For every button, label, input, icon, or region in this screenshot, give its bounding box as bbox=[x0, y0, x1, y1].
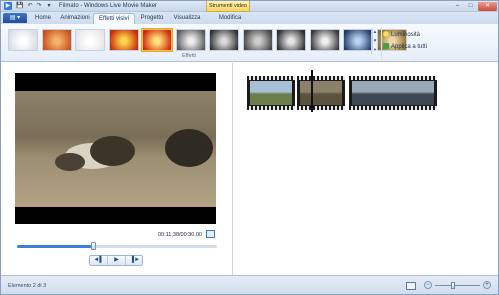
gallery-scroll: ▲ ▼ ▾ bbox=[371, 28, 377, 54]
seal-shape bbox=[55, 153, 85, 171]
gallery-up-button[interactable]: ▲ bbox=[372, 28, 378, 36]
zoom-in-button[interactable]: + bbox=[483, 281, 491, 289]
status-text: Elemento 2 di 3 bbox=[8, 283, 47, 289]
luminosita-button[interactable]: Luminosità bbox=[383, 31, 420, 38]
ribbon-tab-bar: ▤ ▾ Home Animazioni Effetti visivi Proge… bbox=[1, 12, 498, 24]
close-button[interactable]: ✕ bbox=[478, 2, 497, 11]
app-logo-icon[interactable]: ▶ bbox=[4, 2, 12, 10]
clip-thumbnail bbox=[300, 81, 342, 105]
effect-thumbnail-outline[interactable] bbox=[75, 29, 105, 51]
effect-thumbnail-fire-selected[interactable] bbox=[141, 28, 173, 52]
ribbon-divider bbox=[381, 27, 382, 60]
tab-animazioni[interactable]: Animazioni bbox=[59, 13, 91, 24]
film-perforation bbox=[349, 106, 437, 110]
playhead[interactable] bbox=[311, 70, 313, 112]
tab-visualizza[interactable]: Visualizza bbox=[170, 13, 204, 24]
previous-frame-button[interactable]: ◄▌ bbox=[90, 256, 108, 265]
gallery-down-button[interactable]: ▼ bbox=[372, 37, 378, 45]
effect-thumbnail-bw-4[interactable] bbox=[276, 29, 306, 51]
sun-icon bbox=[383, 31, 389, 37]
tab-home[interactable]: Home bbox=[31, 13, 55, 24]
zoom-slider[interactable] bbox=[435, 282, 480, 289]
file-menu-button[interactable]: ▤ ▾ bbox=[3, 13, 27, 23]
play-button[interactable]: ▶ bbox=[108, 256, 126, 265]
zoom-slider-handle[interactable] bbox=[451, 282, 455, 289]
minimize-button[interactable]: – bbox=[451, 2, 464, 11]
effect-thumbnail-blur-orange[interactable] bbox=[41, 29, 72, 51]
clip-thumbnail bbox=[250, 81, 292, 105]
film-perforation bbox=[247, 106, 295, 110]
film-perforation bbox=[297, 106, 345, 110]
apply-all-button[interactable]: Applica a tutti bbox=[383, 43, 427, 50]
effect-thumbnail-bw-3[interactable] bbox=[242, 29, 273, 51]
window-title: Filmato - Windows Live Movie Maker bbox=[59, 3, 158, 9]
status-bar: Elemento 2 di 3 − + bbox=[1, 275, 498, 294]
movie-maker-window: ▶ 💾 ↶ ↷ ▾ Filmato - Windows Live Movie M… bbox=[0, 0, 499, 295]
film-perforation bbox=[349, 76, 437, 80]
apply-all-label: Applica a tutti bbox=[391, 44, 428, 50]
effect-thumbnail-bw-2[interactable] bbox=[209, 29, 239, 51]
seal-shape bbox=[165, 129, 213, 167]
effect-thumbnail-none[interactable] bbox=[8, 29, 38, 51]
thumbnail-size-icon[interactable] bbox=[406, 282, 416, 290]
time-display: 00:11,38/00:30,00 bbox=[158, 232, 202, 238]
preview-pane: 00:11,38/00:30,00 ◄▌ ▶ ▐► bbox=[1, 63, 233, 275]
zoom-out-button[interactable]: − bbox=[424, 281, 432, 289]
seal-shape bbox=[90, 136, 135, 166]
film-perforation bbox=[297, 76, 345, 80]
quick-access-menu-button[interactable]: ▾ bbox=[45, 2, 53, 10]
save-button[interactable]: 💾 bbox=[16, 2, 24, 10]
redo-button[interactable]: ↷ bbox=[35, 2, 43, 10]
luminosita-label: Luminosità bbox=[391, 32, 421, 38]
effect-thumbnail-bw-1[interactable] bbox=[175, 29, 206, 51]
fullscreen-icon[interactable] bbox=[206, 230, 215, 238]
maximize-button[interactable]: □ bbox=[464, 2, 477, 11]
ribbon-group-label: Effetti bbox=[182, 53, 196, 59]
storyboard-clip-2[interactable] bbox=[297, 76, 345, 110]
storyboard-clip-3[interactable] bbox=[349, 76, 437, 110]
apply-all-icon bbox=[383, 43, 389, 49]
ribbon-panel: ▲ ▼ ▾ Luminosità Applica a tutti Effetti bbox=[1, 24, 498, 62]
storyboard-clip-1[interactable] bbox=[247, 76, 295, 110]
context-tab-label: Strumenti video bbox=[206, 1, 250, 12]
seek-handle[interactable] bbox=[91, 242, 96, 250]
seek-bar[interactable] bbox=[17, 242, 217, 250]
video-frame-image bbox=[15, 91, 216, 207]
effect-thumbnail-cyan[interactable] bbox=[343, 29, 373, 51]
tab-progetto[interactable]: Progetto bbox=[138, 13, 166, 24]
video-preview[interactable] bbox=[15, 73, 216, 224]
effect-thumbnail-bw-5[interactable] bbox=[309, 29, 340, 51]
effect-thumbnail-edges-fire[interactable] bbox=[108, 29, 139, 51]
next-frame-button[interactable]: ▐► bbox=[126, 256, 144, 265]
tab-modifica[interactable]: Modifica bbox=[215, 13, 245, 24]
seek-progress bbox=[17, 245, 93, 248]
clip-thumbnail bbox=[352, 81, 434, 105]
undo-button[interactable]: ↶ bbox=[26, 2, 34, 10]
tab-effetti-visivi[interactable]: Effetti visivi bbox=[93, 13, 135, 24]
title-bar: ▶ 💾 ↶ ↷ ▾ Filmato - Windows Live Movie M… bbox=[1, 1, 498, 12]
playback-controls: ◄▌ ▶ ▐► bbox=[89, 255, 143, 266]
storyboard-pane bbox=[234, 63, 498, 275]
film-perforation bbox=[247, 76, 295, 80]
